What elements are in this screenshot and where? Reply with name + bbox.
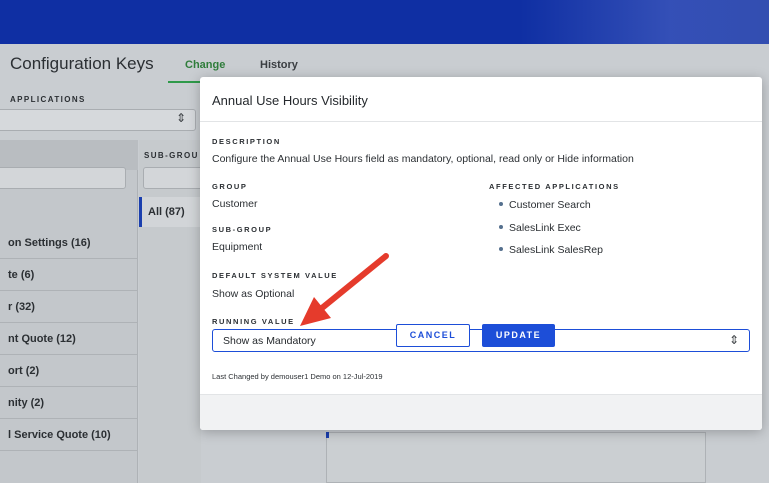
tab-change[interactable]: Change (185, 59, 225, 71)
default-system-value-label: DEFAULT SYSTEM VALUE (212, 271, 338, 280)
group-item[interactable]: r (32) (0, 291, 138, 323)
config-key-modal: Annual Use Hours Visibility DESCRIPTION … (200, 77, 762, 430)
affected-application-name: SalesLink SalesRep (509, 244, 603, 256)
subgroup-panel (139, 140, 201, 483)
modal-header: Annual Use Hours Visibility (200, 77, 762, 122)
running-value-label: RUNNING VALUE (212, 317, 295, 326)
modal-footer (200, 394, 762, 430)
tab-history[interactable]: History (260, 59, 298, 71)
group-label: GROUP (212, 182, 248, 191)
running-value-select[interactable]: Show as Mandatory ⇕ (212, 329, 750, 352)
applications-label: APPLICATIONS (10, 95, 86, 104)
groups-filter-input[interactable] (0, 167, 126, 189)
top-bar-highlight (520, 0, 769, 44)
detail-panel (326, 432, 706, 483)
running-value-selected: Show as Mandatory (223, 335, 316, 347)
bullet-icon (499, 247, 503, 252)
affected-application-name: SalesLink Exec (509, 222, 581, 234)
detail-panel-marker (326, 432, 329, 438)
cancel-button[interactable]: CANCEL (396, 324, 470, 347)
groups-panel-header (0, 140, 138, 170)
affected-application-item: SalesLink Exec (499, 222, 581, 234)
group-value: Customer (212, 198, 258, 210)
description-label: DESCRIPTION (212, 137, 281, 146)
affected-application-name: Customer Search (509, 199, 591, 211)
group-item[interactable]: l Service Quote (10) (0, 419, 138, 451)
up-down-chevron-icon: ⇕ (728, 333, 739, 347)
group-item[interactable]: te (6) (0, 259, 138, 291)
page-title: Configuration Keys (10, 54, 154, 73)
last-changed-text: Last Changed by demouser1 Demo on 12-Jul… (212, 372, 383, 381)
subgroup-filter-input[interactable] (143, 167, 203, 189)
description-text: Configure the Annual Use Hours field as … (212, 153, 634, 165)
group-item[interactable]: nt Quote (12) (0, 323, 138, 355)
bullet-icon (499, 202, 503, 207)
subgroup-label: SUB-GROUP (212, 225, 273, 234)
applications-select[interactable] (0, 109, 196, 131)
group-item[interactable]: nity (2) (0, 387, 138, 419)
update-button[interactable]: UPDATE (482, 324, 555, 347)
group-item[interactable]: on Settings (16) (0, 227, 138, 259)
group-item[interactable]: ort (2) (0, 355, 138, 387)
subgroup-value: Equipment (212, 241, 263, 253)
bullet-icon (499, 225, 503, 230)
affected-applications-label: AFFECTED APPLICATIONS (489, 182, 620, 191)
subgroup-item-all[interactable]: All (87) (139, 197, 201, 227)
affected-application-item: Customer Search (499, 199, 591, 211)
modal-title: Annual Use Hours Visibility (212, 93, 368, 108)
affected-application-item: SalesLink SalesRep (499, 244, 603, 256)
up-down-chevron-icon: ⇕ (176, 111, 187, 125)
subgroup-panel-label: SUB-GROU (144, 151, 199, 160)
default-system-value: Show as Optional (212, 288, 295, 300)
